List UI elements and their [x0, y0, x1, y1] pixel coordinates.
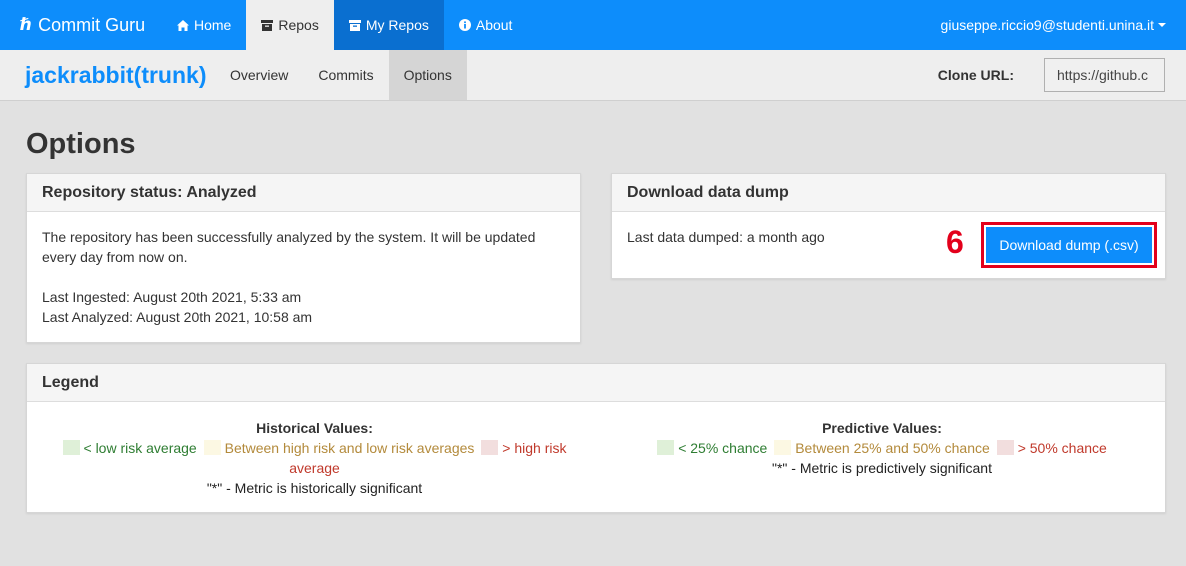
- download-dump-panel: Download data dump Last data dumped: a m…: [611, 173, 1166, 279]
- tab-options[interactable]: Options: [388, 50, 467, 100]
- last-analyzed: Last Analyzed: August 20th 2021, 10:58 a…: [42, 309, 313, 325]
- predictive-high-label: > 50% chance: [1017, 440, 1107, 456]
- historical-low-label: < low risk average: [83, 440, 197, 456]
- annotation-highlight-box: Download dump (.csv): [981, 222, 1157, 268]
- page-title: Options: [26, 128, 136, 160]
- last-ingested: Last Ingested: August 20th 2021, 5:33 am: [42, 289, 302, 305]
- brand-label: Commit Guru: [38, 14, 146, 35]
- nav-repos[interactable]: Repos: [246, 0, 334, 50]
- low-risk-swatch: [62, 440, 80, 455]
- tab-commits[interactable]: Commits: [303, 50, 388, 100]
- panel-heading: Download data dump: [612, 174, 1165, 212]
- caret-down-icon: [1158, 23, 1166, 27]
- commit-guru-logo-icon: ℏ: [20, 15, 33, 34]
- historical-values-legend: Historical Values: < low risk average Be…: [52, 418, 577, 498]
- mid-risk-swatch: [203, 440, 221, 455]
- predictive-values-legend: Predictive Values: < 25% chance Between …: [642, 418, 1122, 478]
- clone-url-input[interactable]: [1044, 58, 1165, 92]
- nav-repos-label: Repos: [278, 17, 319, 33]
- download-dump-button[interactable]: Download dump (.csv): [986, 227, 1152, 263]
- archive-icon: [261, 19, 274, 31]
- historical-title: Historical Values:: [256, 420, 373, 436]
- tab-overview[interactable]: Overview: [215, 50, 303, 100]
- predictive-note: "*" - Metric is predictively significant: [771, 460, 992, 476]
- high-chance-swatch: [996, 440, 1014, 455]
- historical-mid-label: Between high risk and low risk averages: [224, 440, 475, 456]
- repository-status-panel: Repository status: Analyzed The reposito…: [26, 173, 581, 343]
- mid-chance-swatch: [774, 440, 792, 455]
- predictive-low-label: < 25% chance: [678, 440, 768, 456]
- nav-my-repos-label: My Repos: [365, 17, 429, 33]
- user-menu[interactable]: giuseppe.riccio9@studenti.unina.it: [941, 0, 1186, 50]
- panel-heading: Repository status: Analyzed: [27, 174, 580, 212]
- archive-icon: [348, 19, 361, 31]
- nav-my-repos[interactable]: My Repos: [333, 0, 444, 50]
- nav-about[interactable]: About: [444, 0, 528, 50]
- brand-link[interactable]: ℏ Commit Guru: [0, 0, 162, 50]
- predictive-title: Predictive Values:: [822, 420, 942, 436]
- legend-panel: Legend Historical Values: < low risk ave…: [26, 363, 1166, 513]
- home-icon: [177, 19, 189, 31]
- info-icon: [458, 19, 471, 31]
- top-navbar: ℏ Commit Guru Home Repos My Repos About …: [0, 0, 1186, 50]
- high-risk-swatch: [481, 440, 499, 455]
- annotation-number: 6: [946, 224, 964, 260]
- historical-note: "*" - Metric is historically significant: [206, 480, 423, 496]
- repo-title[interactable]: jackrabbit(trunk): [0, 50, 215, 100]
- nav-about-label: About: [475, 17, 513, 33]
- user-email: giuseppe.riccio9@studenti.unina.it: [940, 17, 1154, 33]
- clone-url-label: Clone URL:: [937, 67, 1014, 83]
- repo-subnav: jackrabbit(trunk) Overview Commits Optio…: [0, 50, 1186, 101]
- status-message: The repository has been successfully ana…: [42, 229, 536, 265]
- panel-heading: Legend: [27, 364, 1165, 402]
- nav-home-label: Home: [194, 17, 232, 33]
- low-chance-swatch: [657, 440, 675, 455]
- nav-home[interactable]: Home: [162, 0, 246, 50]
- predictive-mid-label: Between 25% and 50% chance: [795, 440, 990, 456]
